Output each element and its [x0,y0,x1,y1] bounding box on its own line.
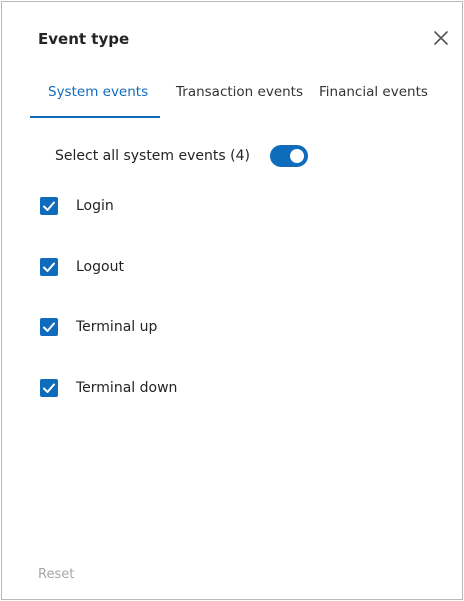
tab-transaction-events-label: Transaction events [176,84,304,100]
reset-button[interactable]: Reset [38,567,74,582]
event-logout[interactable]: Logout [40,258,124,276]
login-label: Login [76,198,114,214]
select-all-row: Select all system events (4) [55,145,308,167]
logout-label: Logout [76,259,124,275]
login-checkbox[interactable] [40,197,58,215]
tab-financial-events[interactable]: Financial events [315,84,445,118]
tab-financial-events-label: Financial events [319,84,428,100]
event-terminal-up[interactable]: Terminal up [40,318,157,336]
checkmark-icon [43,201,55,211]
active-tab-indicator [30,116,160,118]
event-terminal-down[interactable]: Terminal down [40,379,177,397]
terminal-up-label: Terminal up [76,319,158,335]
checkmark-icon [43,262,55,272]
select-all-toggle[interactable] [269,145,308,167]
event-type-panel: Event type System events Transaction eve… [1,1,463,600]
terminal-up-checkbox[interactable] [40,318,58,336]
tab-system-events-label: System events [48,84,149,100]
logout-checkbox[interactable] [40,258,58,276]
panel-title: Event type [38,30,130,48]
event-login[interactable]: Login [40,197,114,215]
toggle-knob [289,149,304,163]
checkmark-icon [43,322,55,332]
close-icon [434,31,448,45]
terminal-down-label: Terminal down [76,380,178,396]
event-tabs: System events Transaction events Financi… [30,84,445,118]
close-button[interactable] [432,29,450,47]
tab-transaction-events[interactable]: Transaction events [160,84,315,118]
checkmark-icon [43,383,55,393]
terminal-down-checkbox[interactable] [40,379,58,397]
tab-system-events[interactable]: System events [30,84,160,118]
select-all-label: Select all system events (4) [55,148,250,164]
